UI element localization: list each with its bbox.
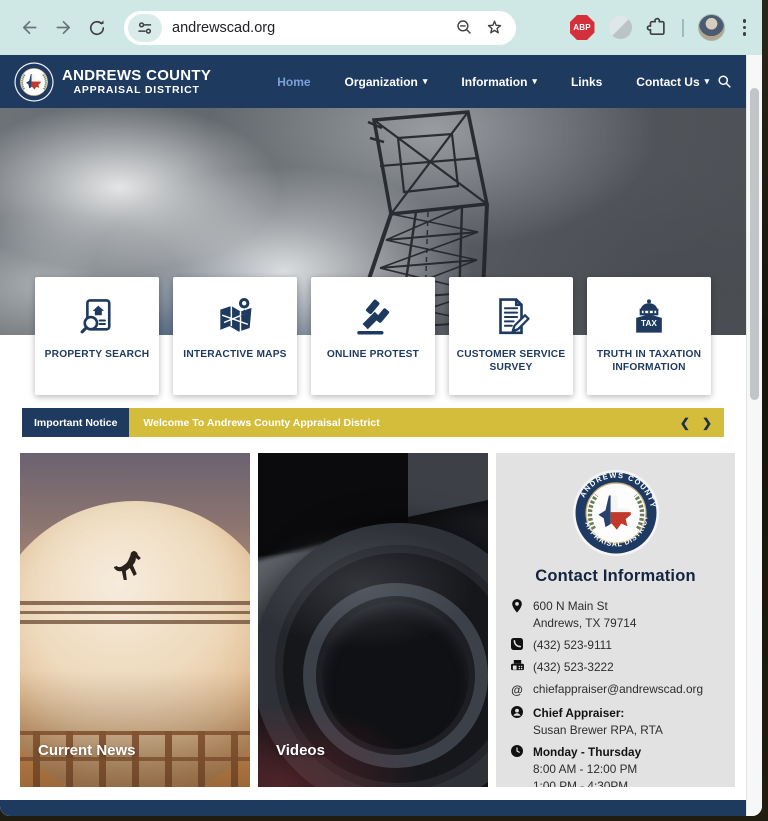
site-brand[interactable]: ANDREWS COUNTY APPRAISAL DISTRICT: [14, 62, 211, 102]
zoom-button[interactable]: [452, 16, 476, 40]
back-button[interactable]: [12, 11, 46, 45]
site-header: ANDREWS COUNTY APPRAISAL DISTRICT Home O…: [0, 55, 746, 108]
chevron-down-icon: ▾: [532, 76, 537, 87]
property-search-icon: [76, 294, 118, 340]
contact-hours: Monday - Thursday 8:00 AM - 12:00 PM 1:0…: [510, 744, 721, 787]
current-news-title: Current News: [38, 742, 136, 759]
search-icon: [717, 74, 732, 89]
nav-links[interactable]: Links: [571, 75, 602, 89]
contact-email[interactable]: @ chiefappraiser@andrewscad.org: [510, 681, 721, 699]
contact-title: Contact Information: [510, 567, 721, 586]
desktop-background: andrewscad.org ABP: [0, 0, 768, 821]
quick-link-label: ONLINE PROTEST: [323, 348, 423, 361]
forward-arrow-icon: [53, 17, 74, 38]
gavel-icon: [352, 294, 394, 340]
forward-button[interactable]: [46, 11, 80, 45]
quick-links-row: PROPERTY SEARCH: [0, 277, 746, 395]
quick-link-label: CUSTOMER SERVICE SURVEY: [449, 348, 573, 375]
interactive-maps-icon: [213, 294, 257, 340]
customer-service-survey-card[interactable]: CUSTOMER SERVICE SURVEY: [449, 277, 573, 395]
videos-title: Videos: [276, 742, 325, 759]
browser-menu-button[interactable]: [739, 15, 751, 40]
property-search-card[interactable]: PROPERTY SEARCH: [35, 277, 159, 395]
toolbar-extensions-area: ABP: [570, 14, 751, 41]
url-text[interactable]: andrewscad.org: [172, 20, 446, 36]
adblock-extension-icon[interactable]: ABP: [570, 15, 595, 40]
extension-icon-dimmed[interactable]: [609, 16, 632, 39]
contact-fax: (432) 523-3222: [510, 659, 721, 676]
page-scrollbar[interactable]: [746, 55, 762, 816]
tax-building-icon: TAX: [627, 294, 671, 340]
chevron-down-icon: ▾: [705, 76, 710, 87]
survey-icon: [490, 294, 532, 340]
main-navigation: Home Organization▾ Information▾ Links Co…: [277, 75, 709, 89]
quick-link-label: TRUTH IN TAXATION INFORMATION: [587, 348, 711, 375]
current-news-card[interactable]: Current News: [20, 453, 250, 787]
site-info-button[interactable]: [128, 14, 162, 42]
star-icon: [485, 18, 504, 37]
quick-link-label: INTERACTIVE MAPS: [179, 348, 290, 361]
fax-icon: [510, 659, 524, 676]
site-search-button[interactable]: [717, 74, 732, 89]
interactive-maps-card[interactable]: INTERACTIVE MAPS: [173, 277, 297, 395]
at-sign-icon: @: [510, 681, 524, 699]
contact-information-panel: ANDREWS COUNTY APPRAISAL DISTRICT: [496, 453, 735, 787]
notice-next-button[interactable]: ❯: [702, 416, 712, 430]
browser-window: andrewscad.org ABP: [0, 0, 762, 816]
svg-text:TAX: TAX: [641, 319, 657, 328]
reload-button[interactable]: [80, 11, 114, 45]
brand-line1: ANDREWS COUNTY: [62, 67, 211, 84]
clock-icon: [510, 744, 524, 787]
contact-address: 600 N Main StAndrews, TX 79714: [510, 598, 721, 632]
tune-icon: [137, 20, 153, 36]
phone-icon: [510, 637, 524, 654]
contact-phone[interactable]: (432) 523-9111: [510, 637, 721, 654]
videos-card[interactable]: Videos: [258, 453, 488, 787]
online-protest-card[interactable]: ONLINE PROTEST: [311, 277, 435, 395]
location-pin-icon: [510, 598, 524, 632]
notice-ticker: Important Notice Welcome To Andrews Coun…: [22, 408, 724, 437]
reload-icon: [87, 18, 107, 38]
browser-toolbar: andrewscad.org ABP: [0, 0, 762, 55]
brand-line2: APPRAISAL DISTRICT: [62, 84, 211, 96]
extensions-puzzle-icon[interactable]: [646, 17, 668, 39]
nav-organization[interactable]: Organization▾: [345, 75, 428, 89]
truth-in-taxation-card[interactable]: TAX TRUTH IN TAXATION INFORMATION: [587, 277, 711, 395]
bookmark-button[interactable]: [482, 16, 506, 40]
notice-label: Important Notice: [22, 408, 129, 437]
zoom-out-icon: [455, 18, 474, 37]
web-page: ANDREWS COUNTY APPRAISAL DISTRICT Home O…: [0, 55, 746, 816]
person-icon: [510, 705, 524, 739]
notice-prev-button[interactable]: ❮: [680, 416, 690, 430]
brand-text: ANDREWS COUNTY APPRAISAL DISTRICT: [62, 67, 211, 96]
district-seal-logo: [14, 62, 54, 102]
nav-contact-us[interactable]: Contact Us▾: [636, 75, 709, 89]
profile-avatar[interactable]: [698, 14, 725, 41]
nav-information[interactable]: Information▾: [461, 75, 537, 89]
back-arrow-icon: [19, 17, 40, 38]
quick-link-label: PROPERTY SEARCH: [41, 348, 154, 361]
scrollbar-thumb[interactable]: [750, 88, 759, 400]
toolbar-separator: [682, 19, 684, 37]
address-bar[interactable]: andrewscad.org: [124, 11, 516, 45]
district-seal-large: ANDREWS COUNTY APPRAISAL DISTRICT: [572, 469, 660, 557]
content-row: Current News Videos: [20, 453, 735, 787]
chevron-down-icon: ▾: [423, 76, 428, 87]
contact-chief-appraiser: Chief Appraiser:Susan Brewer RPA, RTA: [510, 705, 721, 739]
nav-home[interactable]: Home: [277, 75, 310, 89]
footer-bar: [0, 800, 746, 816]
notice-message: Welcome To Andrews County Appraisal Dist…: [129, 417, 379, 429]
